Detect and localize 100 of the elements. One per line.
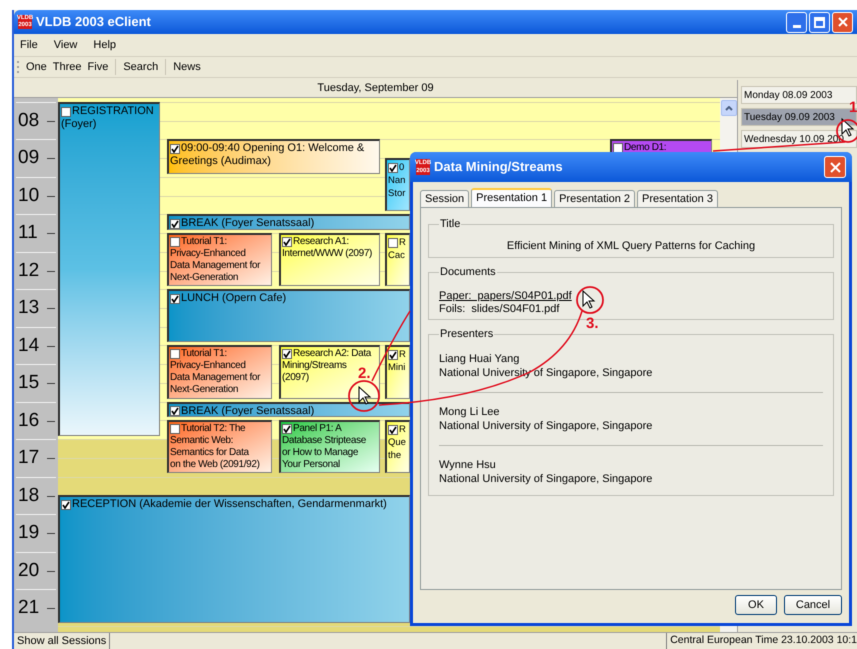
checkbox[interactable] [170,424,180,434]
close-button[interactable] [832,12,853,32]
tab[interactable]: Session [420,190,470,207]
session-title-line: R [399,423,406,436]
session-title-line: Mining/Streams [282,360,347,372]
menu-item[interactable]: Help [91,36,118,54]
step-number: 3. [586,316,599,332]
pointer-icon [842,118,854,137]
hour-label: 17 [18,447,40,470]
session-title-line: R [399,348,406,362]
session-card[interactable]: BREAK (Foyer Senatssaal) [167,402,410,418]
session-title-line: 0 [399,161,404,174]
checkbox[interactable] [388,238,398,248]
hour-label: 09 [18,147,40,170]
session-title-line: Research A1: [293,236,349,248]
session-title-line: Database Striptease [282,435,366,448]
session-card[interactable]: 09:00-09:40 Opening O1: Welcome & Greetings (Audimax) [167,139,380,174]
cancel-button[interactable]: Cancel [784,595,842,615]
checkbox[interactable] [282,349,292,360]
document-link[interactable]: Paper: papers/S04P01.pdf [439,290,572,302]
presenter-name: Wynne Hsu [439,458,496,472]
checkbox[interactable] [282,424,292,434]
session-title-line: BREAK (Foyer Senatssaal) [181,217,314,229]
session-card[interactable]: Tutorial T1: Privacy-Enhanced Data Management for Next-Generation [167,345,272,399]
tab[interactable]: Presentation 1 [471,188,552,207]
hour-label: 13 [18,297,40,320]
hour-label: 12 [18,260,40,282]
group-label: Title [439,217,462,232]
session-title-line: Semantics for Data [170,447,249,460]
window-title: VLDB 2003 eClient [36,13,151,32]
minimize-button[interactable] [786,12,807,32]
session-title-line: Panel P1: A [293,423,342,436]
session-title-line: Demo D1: [624,142,666,154]
status-text: Central European Time 23.10.2003 10:1 [669,633,857,648]
session-card[interactable]: R Mini [385,345,410,399]
toolbar-button[interactable]: Three [50,58,85,76]
checkbox[interactable] [170,237,180,248]
session-title-line: on the Web (2091/92) [170,459,260,472]
hour-label: 20 [18,560,40,582]
session-title-line: or How to Manage [282,447,358,460]
session-card[interactable]: LUNCH (Opern Cafe) [167,289,410,342]
checkbox[interactable] [170,294,180,304]
session-title-line: Privacy-Enhanced [170,360,246,372]
checkbox[interactable] [61,106,71,116]
checkbox[interactable] [170,144,180,154]
presenter-affiliation: National University of Singapore, Singapore [439,472,652,486]
checkbox[interactable] [170,349,180,360]
session-title-line: Internet/WWW (2097) [282,248,372,260]
maximize-icon [814,16,825,28]
session-title-line: Research A2: Data [293,348,371,360]
toolbar-button[interactable]: Search [120,58,162,76]
hour-label: 14 [18,334,40,357]
session-card[interactable]: Research A1: Internet/WWW (2097) [279,233,380,286]
session-card[interactable]: Tutorial T1: Privacy-Enhanced Data Management for Next-Generation [167,233,272,286]
checkbox[interactable] [388,162,398,173]
toolbar-button[interactable]: News [170,58,204,76]
hour-label: 08 [18,110,40,132]
session-title-line: Greetings (Audimax) [170,155,271,168]
hour-label: 18 [18,484,40,507]
session-title-line: LUNCH (Opern Cafe) [181,292,286,306]
hour-label: 15 [18,372,40,394]
session-card[interactable]: Panel P1: A Database Striptease or How to Manage Your Personal [279,420,380,474]
checkbox[interactable] [388,424,398,435]
checkbox[interactable] [61,500,71,510]
document-text: Foils: slides/S04F01.pdf [439,302,560,316]
session-title-line: Data Management for [170,372,260,384]
maximize-button[interactable] [809,12,830,32]
session-title-line: R [399,236,406,250]
session-card[interactable]: R Cac [385,233,410,286]
checkbox[interactable] [613,143,623,154]
session-card[interactable]: R Que the [385,420,410,474]
session-title-line: Privacy-Enhanced [170,248,246,260]
toolbar-button[interactable]: Five [84,58,112,76]
hour-label: 16 [18,410,40,432]
menu-item[interactable]: View [52,36,80,54]
session-title-line: Next-Generation [170,272,238,284]
checkbox[interactable] [388,350,398,360]
session-card[interactable]: 0 Nan Stor [385,158,410,212]
toolbar-button[interactable]: One [23,58,50,76]
session-title-line: (Foyer) [61,118,96,131]
session-title-line: Data Management for [170,260,260,272]
checkbox[interactable] [282,237,292,248]
session-title-line: BREAK (Foyer Senatssaal) [181,404,314,416]
close-icon [830,162,840,172]
tab[interactable]: Presentation 2 [554,190,636,207]
session-title-line: Que [388,436,406,450]
session-card[interactable]: BREAK (Foyer Senatssaal) [167,214,410,230]
close-icon [838,17,848,27]
session-card[interactable]: REGISTRATION (Foyer) [58,102,160,436]
session-title-line: Tutorial T1: [181,348,227,360]
ok-button[interactable]: OK [735,595,777,615]
scroll-up-button[interactable] [720,100,736,116]
session-card[interactable]: Tutorial T2: The Semantic Web: Semantics for Data on the Web (2091/92) [167,420,272,474]
close-button[interactable] [824,156,846,178]
menu-item[interactable]: File [18,36,40,54]
checkbox[interactable] [170,406,180,416]
checkbox[interactable] [170,218,180,229]
tab[interactable]: Presentation 3 [637,190,718,207]
session-card[interactable]: RECEPTION (Akademie der Wissenschaften, Gendarmenmarkt) [58,495,410,624]
presentation-title: Efficient Mining of XML Query Patterns for Caching [506,238,756,254]
